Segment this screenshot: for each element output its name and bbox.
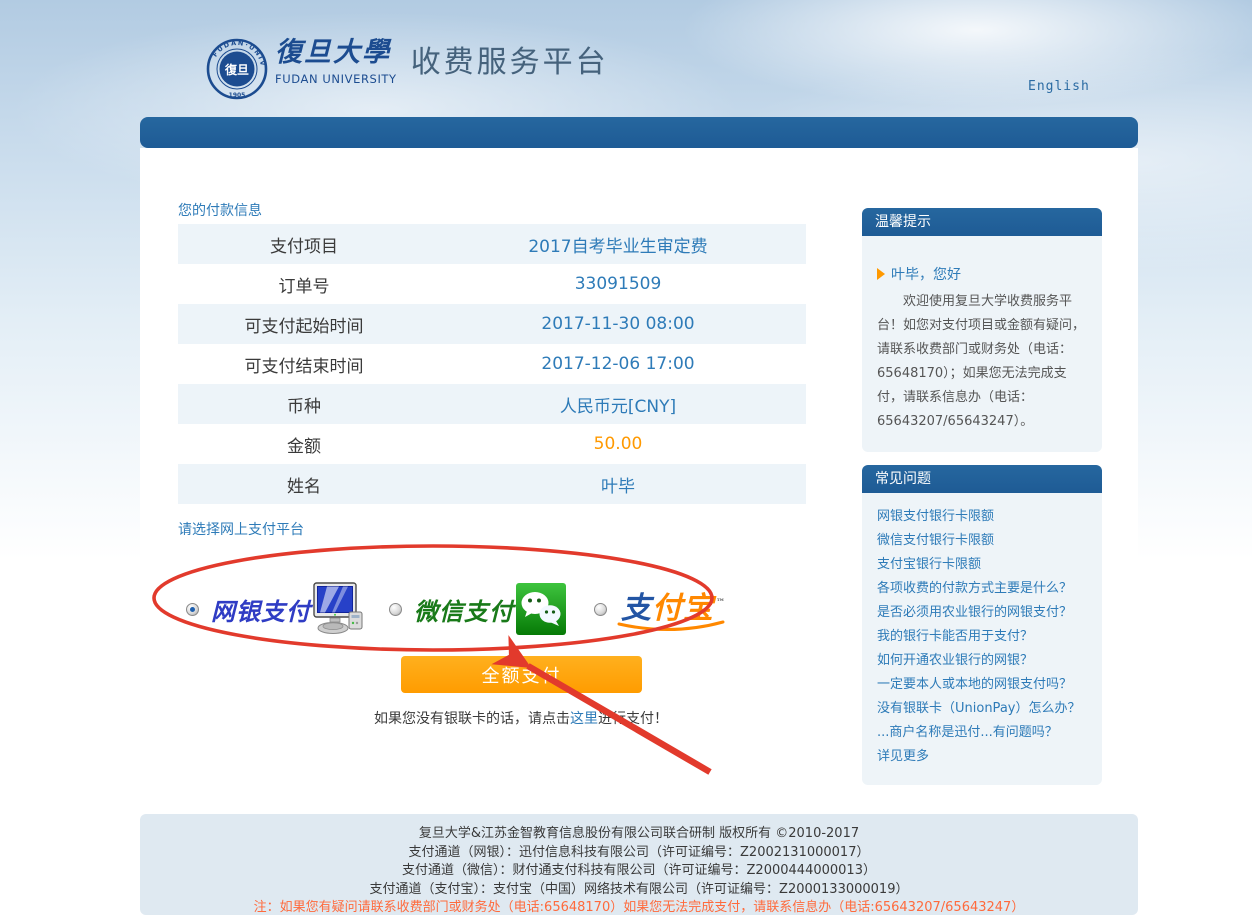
method-alipay[interactable]: 支付宝 ™ <box>594 594 714 624</box>
tips-panel: 温馨提示 叶毕，您好 欢迎使用复旦大学收费服务平台！如您对支付项目或金额有疑问，… <box>862 208 1102 452</box>
alipay-logo[interactable]: 支付宝 ™ <box>621 594 714 624</box>
faq-link[interactable]: 微信支付银行卡限额 <box>877 529 1087 553</box>
payment-info-title: 您的付款信息 <box>178 200 262 220</box>
university-name-en: FUDAN UNIVERSITY <box>275 72 397 86</box>
faq-panel: 常见问题 网银支付银行卡限额 微信支付银行卡限额 支付宝银行卡限额 各项收费的付… <box>862 465 1102 785</box>
row-value: 33091509 <box>430 274 806 294</box>
netbank-monitor-icon[interactable] <box>313 582 363 636</box>
wechat-label[interactable]: 微信支付 <box>414 592 514 627</box>
faq-link[interactable]: ...商户名称是迅付...有问题吗？ <box>877 721 1087 745</box>
faq-link[interactable]: 网银支付银行卡限额 <box>877 505 1087 529</box>
row-label: 金额 <box>178 432 430 457</box>
faq-link[interactable]: 支付宝银行卡限额 <box>877 553 1087 577</box>
alipay-radio[interactable] <box>594 603 607 616</box>
greeting-text: 叶毕，您好 <box>891 264 961 284</box>
footer: 复旦大学&江苏金智教育信息股份有限公司联合研制 版权所有 ©2010-2017 … <box>140 814 1138 915</box>
table-row: 可支付起始时间 2017-11-30 08:00 <box>178 304 806 344</box>
pay-here-link[interactable]: 这里 <box>570 711 598 727</box>
alipay-tm-mark: ™ <box>716 588 726 618</box>
wechat-radio[interactable] <box>389 603 402 616</box>
table-row: 可支付结束时间 2017-12-06 17:00 <box>178 344 806 384</box>
method-wechat[interactable]: 微信支付 <box>389 583 566 635</box>
page-title: 收费服务平台 <box>411 46 609 80</box>
faq-link[interactable]: 一定要本人或本地的网银支付吗？ <box>877 673 1087 697</box>
row-label: 姓名 <box>178 472 430 497</box>
footer-copyright: 复旦大学&江苏金智教育信息股份有限公司联合研制 版权所有 ©2010-2017 <box>140 825 1138 844</box>
table-row: 姓名 叶毕 <box>178 464 806 504</box>
faq-panel-title: 常见问题 <box>862 465 1102 493</box>
fudan-seal-icon: FUDAN·UNIVERSITY 復旦 1905 <box>205 36 269 102</box>
footer-channel-wechat: 支付通道（微信）：财付通支付科技有限公司（许可证编号：Z200044400001… <box>140 862 1138 881</box>
footer-channel-alipay: 支付通道（支付宝）：支付宝（中国）网络技术有限公司（许可证编号：Z2000133… <box>140 881 1138 900</box>
faq-link[interactable]: 是否必须用农业银行的网银支付？ <box>877 601 1087 625</box>
row-label: 可支付起始时间 <box>178 312 430 337</box>
no-unionpay-note: 如果您没有银联卡的话，请点击这里进行支付！ <box>321 708 721 728</box>
greeting-arrow-icon <box>877 268 885 280</box>
faq-more-link[interactable]: 详见更多 <box>877 745 1087 769</box>
main-content: 您的付款信息 支付项目 2017自考毕业生审定费 订单号 33091509 可支… <box>140 148 1138 920</box>
pay-full-amount-button[interactable]: 全额支付 <box>401 656 642 693</box>
table-row: 支付项目 2017自考毕业生审定费 <box>178 224 806 264</box>
university-name-zh: 復旦大學 <box>275 36 397 70</box>
table-row: 金额 50.00 <box>178 424 806 464</box>
svg-text:復旦: 復旦 <box>224 62 249 77</box>
wechat-icon[interactable] <box>516 583 566 635</box>
row-value: 人民币元[CNY] <box>430 392 806 417</box>
table-row: 币种 人民币元[CNY] <box>178 384 806 424</box>
note-prefix: 如果您没有银联卡的话，请点击 <box>374 711 570 727</box>
row-label: 订单号 <box>178 272 430 297</box>
row-value: 叶毕 <box>430 472 806 497</box>
faq-link[interactable]: 没有银联卡（UnionPay）怎么办？ <box>877 697 1087 721</box>
netbank-radio[interactable] <box>186 603 199 616</box>
row-label: 币种 <box>178 392 430 417</box>
greeting-row: 叶毕，您好 <box>877 264 1087 284</box>
row-label: 支付项目 <box>178 232 430 257</box>
payment-method-group: 网银支付 微信支付 <box>186 576 846 642</box>
row-value: 2017-11-30 08:00 <box>430 314 806 334</box>
nav-bar <box>140 117 1138 148</box>
faq-link[interactable]: 各项收费的付款方式主要是什么？ <box>877 577 1087 601</box>
note-suffix: 进行支付！ <box>598 711 668 727</box>
footer-contact-warning: 注：如果您有疑问请联系收费部门或财务处（电话:65648170）如果您无法完成支… <box>140 899 1138 918</box>
faq-link[interactable]: 如何开通农业银行的网银？ <box>877 649 1087 673</box>
row-value: 2017-12-06 17:00 <box>430 354 806 374</box>
table-row: 订单号 33091509 <box>178 264 806 304</box>
payment-info-table: 支付项目 2017自考毕业生审定费 订单号 33091509 可支付起始时间 2… <box>178 224 806 504</box>
amount-value: 50.00 <box>430 434 806 454</box>
netbank-label[interactable]: 网银支付 <box>211 592 311 627</box>
row-label: 可支付结束时间 <box>178 352 430 377</box>
select-platform-title: 请选择网上支付平台 <box>178 519 304 539</box>
tips-panel-title: 温馨提示 <box>862 208 1102 236</box>
fudan-logo: FUDAN·UNIVERSITY 復旦 1905 復旦大學 FUDAN UNIV… <box>205 36 609 102</box>
footer-channel-netbank: 支付通道（网银）：迅付信息科技有限公司（许可证编号：Z2002131000017… <box>140 844 1138 863</box>
svg-text:1905: 1905 <box>229 92 246 99</box>
tips-paragraph: 欢迎使用复旦大学收费服务平台！如您对支付项目或金额有疑问，请联系收费部门或财务处… <box>877 290 1087 434</box>
faq-link[interactable]: 我的银行卡能否用于支付？ <box>877 625 1087 649</box>
row-value: 2017自考毕业生审定费 <box>430 232 806 257</box>
method-netbank[interactable]: 网银支付 <box>186 582 363 636</box>
alipay-swoosh <box>617 620 727 634</box>
english-language-link[interactable]: English <box>1028 79 1090 94</box>
